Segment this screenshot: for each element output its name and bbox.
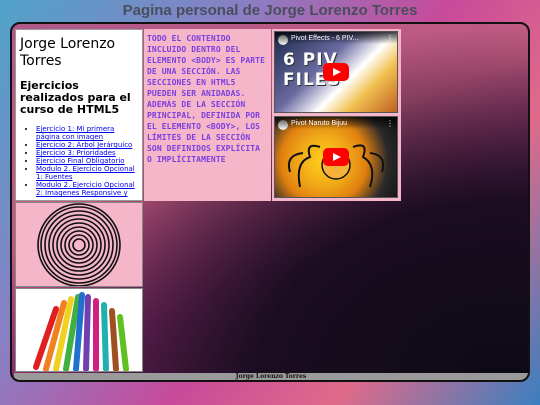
exercise-link-1[interactable]: Ejercicio 1: Mi primera página con image… bbox=[36, 125, 114, 141]
list-item: Ejercicio 1: Mi primera página con image… bbox=[36, 125, 138, 141]
list-item: Modulo 2. Ejercicio Opcional 2: Imagenes… bbox=[36, 181, 138, 197]
footer-text: Jorge Lorenzo Torres bbox=[235, 373, 307, 380]
footer-bar: Jorge Lorenzo Torres bbox=[14, 373, 528, 380]
exercise-link-final[interactable]: Ejercicio Final Obligatorio bbox=[36, 157, 125, 165]
video-column: Pivot Effects - 6 PIV... ⋮ 6 PIV FILES P… bbox=[272, 29, 401, 201]
list-item: Ejercicio Final Obligatorio bbox=[36, 157, 138, 165]
youtube-play-icon[interactable] bbox=[323, 63, 349, 81]
section-note-text: Todo el contenido incluido dentro del el… bbox=[147, 34, 265, 164]
youtube-play-icon[interactable] bbox=[323, 148, 349, 166]
exercise-link-3[interactable]: Ejercicio 3: Prioridades bbox=[36, 149, 116, 157]
video-player-2[interactable]: Pivot Naruto Bijuu ⋮ bbox=[274, 116, 398, 198]
exercise-list: Ejercicio 1: Mi primera página con image… bbox=[20, 125, 138, 197]
colored-pencils-image bbox=[15, 288, 143, 372]
page-title: Pagina personal de Jorge Lorenzo Torres bbox=[122, 2, 418, 19]
author-name: Jorge Lorenzo Torres bbox=[20, 36, 116, 69]
spiral-image bbox=[15, 202, 143, 287]
exercises-heading: Ejercicios realizados para el curso de H… bbox=[20, 79, 131, 116]
section-note: Todo el contenido incluido dentro del el… bbox=[144, 29, 271, 201]
exercise-link-2[interactable]: Ejercicio 2: Árbol Jerárquico bbox=[36, 141, 132, 149]
list-item: Ejercicio 2: Árbol Jerárquico bbox=[36, 141, 138, 149]
exercise-link-optional-1[interactable]: Modulo 2. Ejercicio Opcional 1: Fuentes bbox=[36, 165, 135, 181]
intro-section: Jorge Lorenzo Torres Ejercicios realizad… bbox=[15, 29, 143, 201]
list-item: Ejercicio 3: Prioridades bbox=[36, 149, 138, 157]
exercise-link-optional-2[interactable]: Modulo 2. Ejercicio Opcional 2: Imagenes… bbox=[36, 181, 135, 197]
video-title-1[interactable]: Pivot Effects - 6 PIV... bbox=[275, 32, 397, 44]
video-player-1[interactable]: Pivot Effects - 6 PIV... ⋮ 6 PIV FILES bbox=[274, 31, 398, 113]
list-item: Modulo 2. Ejercicio Opcional 1: Fuentes bbox=[36, 165, 138, 181]
more-vert-icon[interactable]: ⋮ bbox=[386, 34, 394, 43]
main-container: Jorge Lorenzo Torres Ejercicios realizad… bbox=[10, 22, 530, 382]
